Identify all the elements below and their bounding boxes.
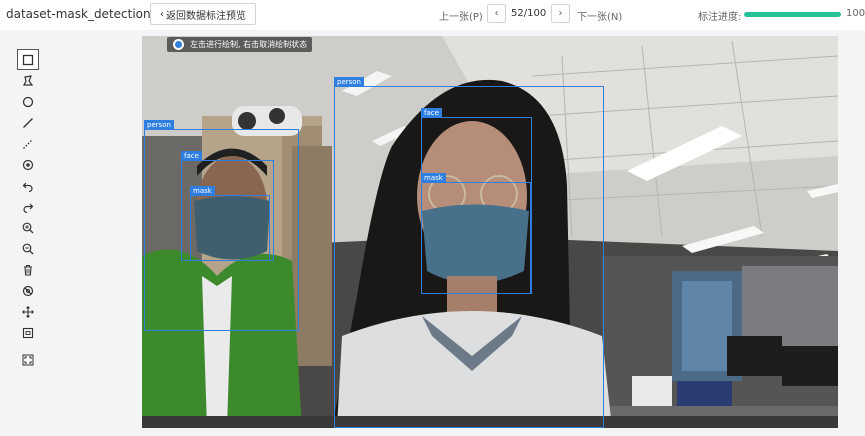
rectangle-tool[interactable] xyxy=(17,49,39,70)
dashed-line-tool[interactable] xyxy=(17,133,39,154)
bbox-label-face-left: face xyxy=(181,151,202,161)
circle-icon xyxy=(22,96,34,107)
progress-bar xyxy=(744,12,841,17)
draw-hint-text: 左击进行绘制, 右击取消绘制状态 xyxy=(190,40,308,49)
bbox-label-mask-right: mask xyxy=(421,173,446,183)
dashed-line-icon xyxy=(23,138,33,149)
bbox-mask-left[interactable]: mask xyxy=(190,186,270,261)
bbox-label-mask-left: mask xyxy=(190,186,215,196)
delete-tool[interactable] xyxy=(17,259,39,280)
chevron-right-icon: › xyxy=(558,8,563,19)
progress-percent: 100 xyxy=(846,8,865,19)
trash-icon xyxy=(24,264,32,276)
point-icon xyxy=(22,159,34,170)
zoom-out-icon xyxy=(22,243,34,254)
eye-off-icon xyxy=(22,285,34,296)
bottom-strip xyxy=(0,428,865,436)
polygon-tool[interactable] xyxy=(17,70,39,91)
top-bar: dataset-mask_detection_500 ‹ 返回数据标注预览 上一… xyxy=(0,0,865,30)
progress-label: 标注进度: xyxy=(698,12,742,23)
chevron-left-icon: ‹ xyxy=(494,8,499,19)
back-to-preview-button[interactable]: ‹ 返回数据标注预览 xyxy=(150,3,256,25)
redo-icon xyxy=(23,203,34,213)
prev-image-label[interactable]: 上一张(P) xyxy=(439,8,483,23)
rectangle-icon xyxy=(22,54,34,65)
fullscreen-icon xyxy=(22,354,34,365)
annotation-canvas[interactable]: 左击进行绘制, 右击取消绘制状态 person face mask person… xyxy=(142,36,838,428)
hide-tool[interactable] xyxy=(17,280,39,301)
fit-tool[interactable] xyxy=(17,322,39,343)
info-icon xyxy=(173,39,184,50)
polygon-icon xyxy=(23,74,34,86)
zoom-in-icon xyxy=(22,222,34,233)
fullscreen-tool[interactable] xyxy=(17,349,39,370)
page-counter: 52/100 xyxy=(511,8,547,19)
bbox-label-person-left: person xyxy=(144,120,174,130)
back-button-label: 返回数据标注预览 xyxy=(166,10,246,22)
zoom-in-tool[interactable] xyxy=(17,217,39,238)
point-tool[interactable] xyxy=(17,154,39,175)
undo-icon xyxy=(22,182,33,192)
undo-tool[interactable] xyxy=(17,175,39,196)
progress-bar-fill xyxy=(744,12,841,17)
redo-tool[interactable] xyxy=(17,196,39,217)
bbox-label-face-right: face xyxy=(421,108,442,118)
circle-tool[interactable] xyxy=(17,91,39,112)
line-icon xyxy=(23,117,33,128)
next-image-label[interactable]: 下一张(N) xyxy=(577,8,622,23)
prev-image-button[interactable]: ‹ xyxy=(487,4,506,23)
chevron-left-icon: ‹ xyxy=(160,8,164,20)
annotation-toolbar xyxy=(17,49,39,370)
bbox-label-person-right: person xyxy=(334,77,364,87)
fit-screen-icon xyxy=(22,327,34,338)
draw-hint: 左击进行绘制, 右击取消绘制状态 xyxy=(167,37,313,52)
next-image-button[interactable]: › xyxy=(551,4,570,23)
zoom-out-tool[interactable] xyxy=(17,238,39,259)
line-tool[interactable] xyxy=(17,112,39,133)
move-tool[interactable] xyxy=(17,301,39,322)
move-icon xyxy=(22,305,34,318)
bbox-mask-right[interactable]: mask xyxy=(421,173,531,294)
